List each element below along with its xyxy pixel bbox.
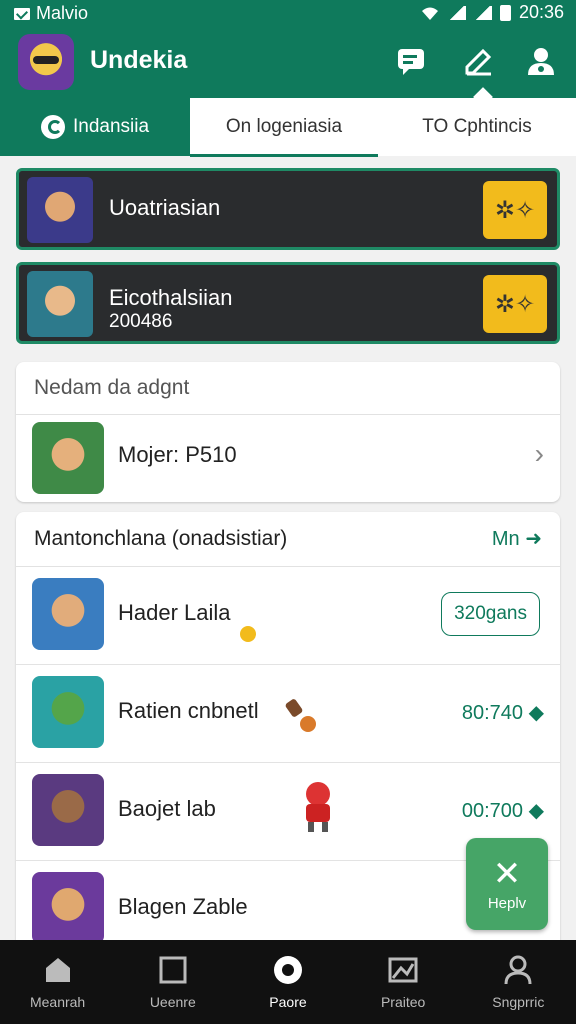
table-row[interactable]: Ratien cnbnetl 80:740 ◆ [16,664,560,763]
nav-item-ueenre[interactable]: Ueenre [115,940,230,1024]
photo-icon [388,957,418,983]
card-title: Mantonchlana (onadsistiar) [34,527,288,550]
nav-label: Meanrah [29,994,86,1010]
boost-button[interactable]: ✲✧ [483,275,547,333]
app-bar: Undekia [0,26,576,98]
row-value: 00:700 ◆ [462,798,544,823]
hero-portrait [27,271,93,337]
close-icon: ✕ [492,854,522,893]
list-item-label: Mojer: P510 [118,442,237,467]
hero-portrait [32,578,104,650]
card-header: Mantonchlana (onadsistiar) Mn ➜ [16,512,560,567]
more-label: Mn [491,528,520,550]
row-name: Baojet lab [118,796,216,821]
tab-indicator-icon [40,115,65,139]
hero-portrait [32,422,104,494]
row-name: Blagen Zable [118,894,248,919]
edit-icon[interactable] [462,44,496,78]
chevron-right-icon: › [534,438,544,469]
table-row[interactable]: Hader Laila 320gans [16,566,560,665]
signal-icon-2 [473,5,492,20]
carrier-label: Malvio [36,3,89,23]
profile-icon [504,955,532,985]
row-value-text: 00:700 [461,800,524,822]
hammer-icon [282,694,318,738]
nav-item-meanrah[interactable]: Meanrah [0,940,115,1024]
more-link[interactable]: Mn ➜ [492,526,542,551]
app-title: Undekia [90,46,188,74]
help-fab[interactable]: ✕ Heplv [466,838,548,930]
status-time: 20:36 [518,2,564,22]
diamond-icon: ◆ [528,702,544,724]
sparkle-icon: ✲✧ [494,290,536,318]
boost-button[interactable]: ✲✧ [483,181,547,239]
tab-label: Indansiia [72,116,150,137]
row-value: 80:740 ◆ [462,700,544,725]
status-bar: Malvio 20:36 [0,0,576,26]
recent-card: Nedam da adgnt Mojer: P510 › [16,362,560,502]
hero-portrait [32,676,104,748]
coin-icon [236,622,260,646]
hero-portrait [32,774,104,846]
hero-portrait [27,177,93,243]
tab-underline [190,154,378,157]
arrow-right-icon: ➜ [525,528,542,550]
tab-bar: Indansiia On logeniasia TO Cphtincis [0,98,576,156]
featured-title: Eicothalsiian [109,285,233,310]
nav-label: Paore [269,994,307,1010]
featured-card[interactable]: Uoatriasian ✲✧ [16,168,560,250]
nav-item-sngprric[interactable]: Sngprric [461,940,576,1024]
hero-portrait [32,872,104,944]
bottom-nav: Meanrah Ueenre Paore Praiteo Sngprric [0,940,576,1024]
nav-label: Praiteo [380,994,426,1010]
chat-icon[interactable] [394,44,428,78]
status-left: Malvio [14,3,88,24]
wifi-icon [421,7,438,20]
status-right: 20:36 [420,2,564,23]
signal-icon [447,5,466,20]
account-icon[interactable] [524,44,558,78]
row-name: Ratien cnbnetl [118,698,259,723]
nav-label: Sngprric [492,994,545,1010]
tab-label: TO Cphtincis [422,116,532,137]
tab-label: On logeniasia [225,116,343,137]
row-value-text: 80:740 [461,702,524,724]
row-name: Hader Laila [118,600,231,625]
nav-item-praiteo[interactable]: Praiteo [346,940,461,1024]
featured-title: Uoatriasian [109,195,221,220]
square-icon [159,956,187,984]
home-icon [45,958,70,982]
nav-label: Ueenre [149,994,196,1010]
record-icon [273,956,302,984]
score-pill[interactable]: 320gans [441,592,540,636]
robot-icon [294,778,342,834]
featured-subtitle: 200486 [109,311,173,332]
battery-icon [499,4,511,21]
nav-item-paore[interactable]: Paore [230,940,345,1024]
diamond-icon: ◆ [528,800,544,822]
card-header: Nedam da adgnt [16,362,560,415]
list-item[interactable]: Mojer: P510 › [16,414,560,502]
fab-label: Heplv [487,894,527,912]
tab-logeniasia[interactable]: On logeniasia [190,98,378,156]
tab-indansiia[interactable]: Indansiia [0,98,190,156]
featured-card[interactable]: Eicothalsiian 200486 ✲✧ [16,262,560,344]
tab-cphtincis[interactable]: TO Cphtincis [378,98,576,156]
app-avatar[interactable] [18,34,74,90]
sparkle-icon: ✲✧ [494,196,536,224]
mail-icon [14,7,30,20]
